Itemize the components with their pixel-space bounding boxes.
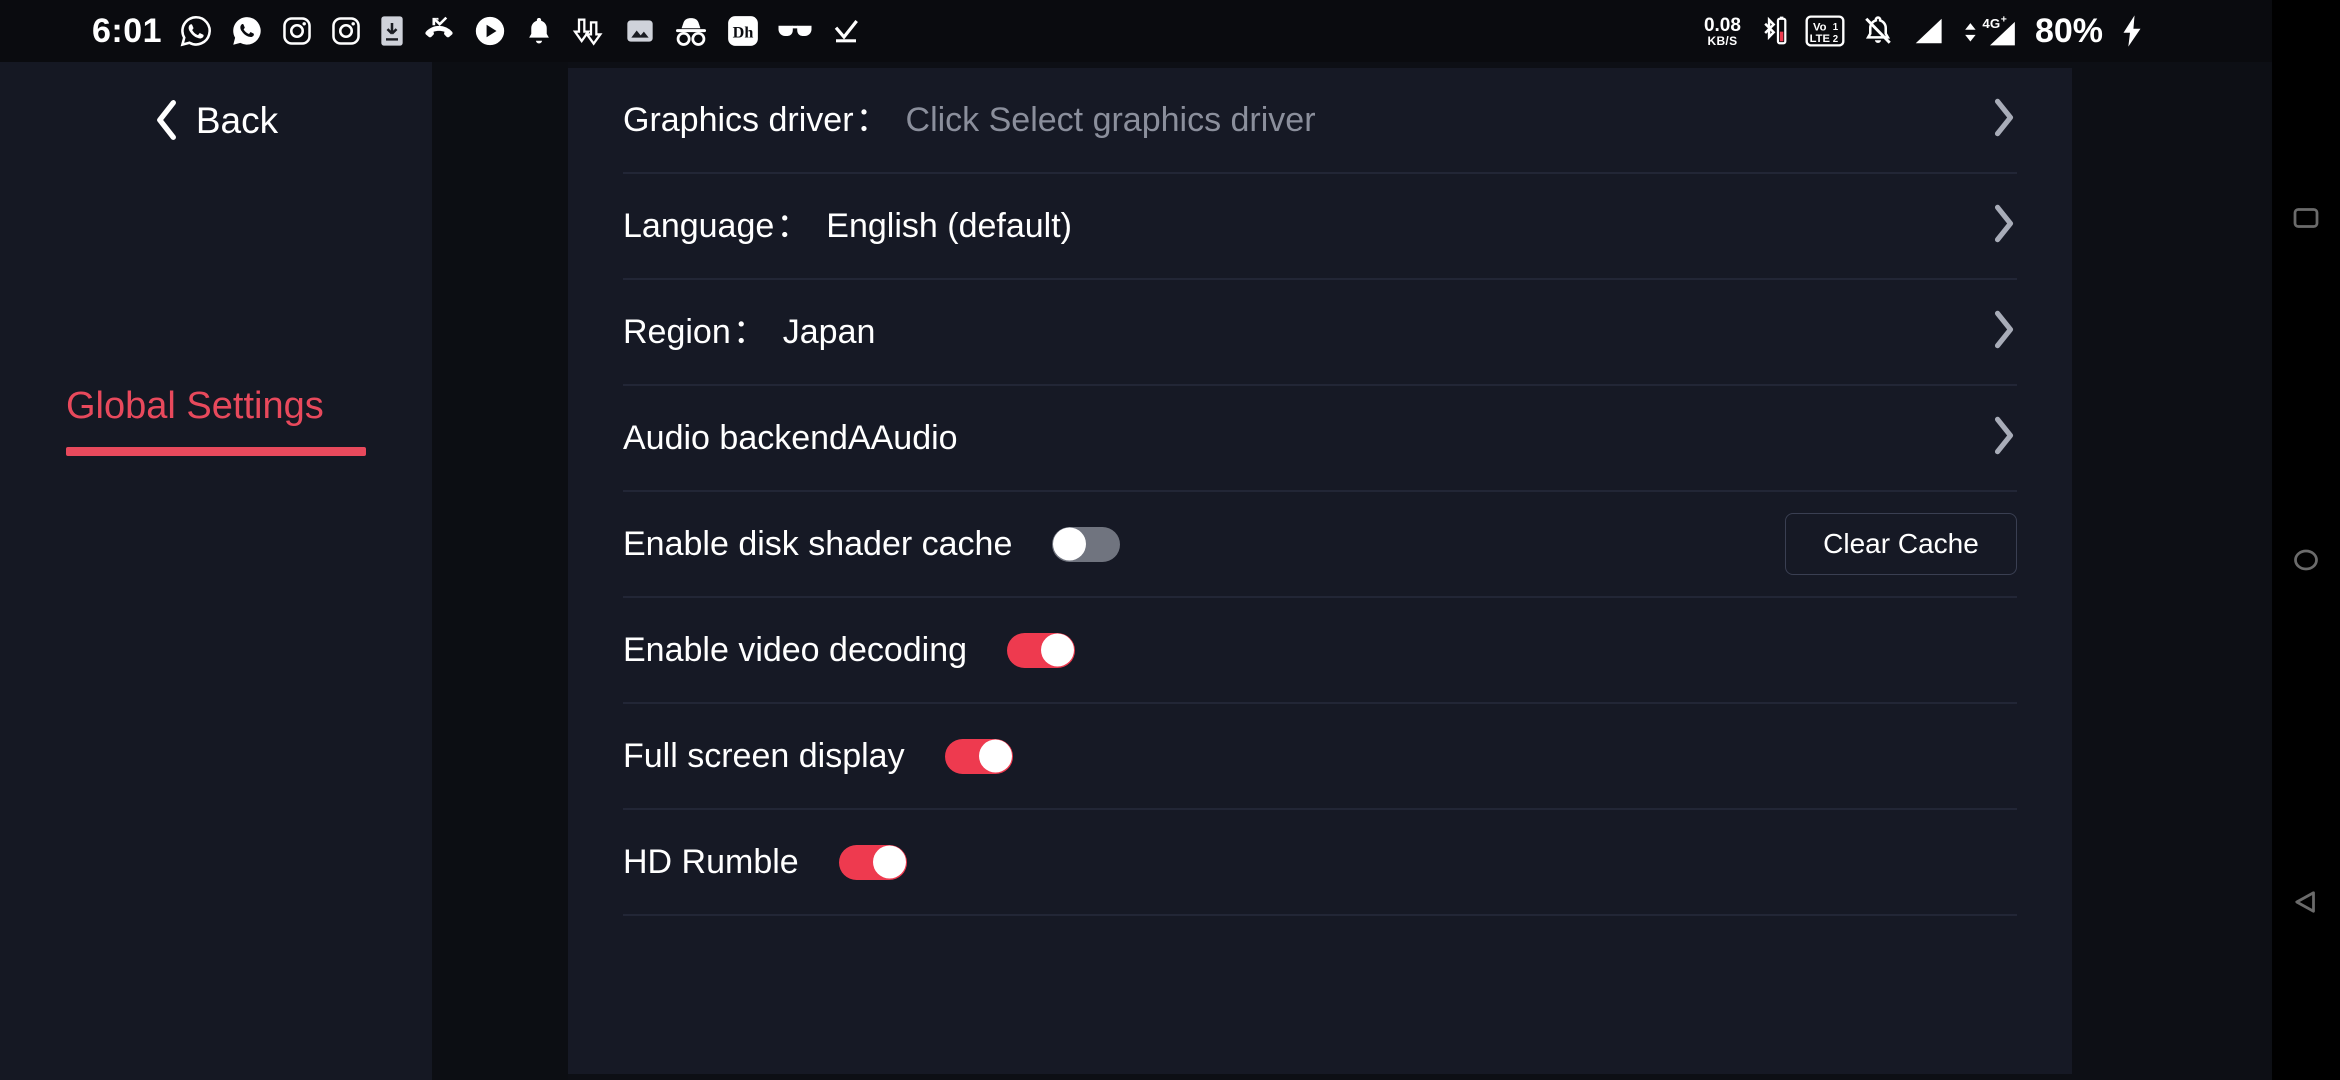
setting-row-audio-backend[interactable]: Audio backendAAudio	[623, 386, 2017, 492]
setting-label: Audio backendAAudio	[623, 419, 958, 457]
full-screen-display-toggle[interactable]	[944, 738, 1013, 774]
setting-value: English (default)	[826, 207, 1072, 245]
downloads-arrow-icon	[571, 15, 607, 47]
phone-download-icon	[379, 15, 405, 47]
signal-sim1-icon	[1911, 16, 1945, 46]
sidebar-item-label: Global Settings	[66, 385, 324, 427]
disney-hotstar-icon: Dh	[726, 14, 760, 48]
setting-row-language[interactable]: Language ： English (default)	[623, 174, 2017, 280]
charging-bolt-icon	[2120, 14, 2144, 48]
recents-square-icon[interactable]	[2288, 200, 2324, 236]
back-triangle-icon[interactable]	[2288, 884, 2324, 920]
svg-text:1: 1	[1833, 22, 1839, 33]
whatsapp-icon	[179, 14, 213, 48]
svg-text:Dh: Dh	[733, 25, 754, 42]
sidebar-content-gap	[432, 62, 568, 1080]
phone-screen: 6:01 Dh 0.08 KB/S Vo 1 LTE 2 4G + 80% Ba…	[0, 0, 2340, 1080]
incognito-icon	[673, 16, 709, 46]
disk-shader-cache-toggle[interactable]	[1052, 526, 1121, 562]
setting-label: Full screen display	[623, 737, 905, 775]
toggle-knob	[1053, 527, 1087, 561]
setting-colon: ：	[732, 313, 767, 351]
glasses-icon	[777, 20, 813, 42]
status-bar: 6:01 Dh 0.08 KB/S Vo 1 LTE 2 4G + 80%	[0, 0, 2272, 62]
toggle-knob	[978, 739, 1012, 773]
back-button-label: Back	[195, 99, 279, 141]
signal-4g-sim2-icon: 4G +	[1962, 14, 2018, 48]
instagram-secondary-icon	[330, 15, 362, 47]
setting-label: Enable disk shader cache	[623, 525, 1013, 563]
setting-colon: ：	[855, 101, 890, 139]
network-speed-value: 0.08	[1703, 14, 1741, 36]
play-icon	[473, 14, 507, 48]
setting-value: Click Select graphics driver	[905, 101, 1316, 139]
chevron-right-icon	[1991, 97, 2017, 144]
sidebar-active-indicator	[66, 447, 366, 456]
status-bar-left-group: 6:01 Dh	[0, 14, 862, 48]
mute-bell-icon	[1862, 15, 1894, 47]
video-decoding-toggle[interactable]	[1007, 632, 1076, 668]
checkmark-icon	[830, 15, 862, 47]
setting-row-video-decoding: Enable video decoding	[623, 598, 2017, 704]
app-body: Back Global Settings Graphics driver ： C…	[0, 62, 2272, 1080]
chevron-right-icon	[1991, 309, 2017, 356]
bluetooth-battery-icon	[1758, 14, 1788, 48]
setting-value: Japan	[782, 313, 876, 351]
setting-row-hd-rumble: HD Rumble	[623, 810, 2017, 916]
svg-text:+: +	[2001, 15, 2007, 26]
svg-text:LTE: LTE	[1810, 33, 1831, 45]
toggle-knob	[1041, 633, 1075, 667]
settings-panel: Graphics driver ： Click Select graphics …	[568, 68, 2072, 1074]
sidebar-item-global-settings[interactable]: Global Settings	[66, 387, 366, 456]
setting-label: Graphics driver	[623, 101, 854, 139]
back-button[interactable]: Back	[0, 82, 432, 158]
setting-row-disk-shader-cache: Enable disk shader cache Clear Cache	[623, 492, 2017, 598]
chevron-right-icon	[1991, 203, 2017, 250]
setting-colon: ：	[776, 207, 811, 245]
toggle-knob	[872, 845, 906, 879]
battery-percentage: 80%	[2034, 12, 2103, 50]
status-bar-clock: 6:01	[92, 12, 163, 50]
clear-cache-button[interactable]: Clear Cache	[1785, 513, 2017, 575]
home-circle-icon[interactable]	[2288, 542, 2324, 578]
svg-text:4G: 4G	[1982, 16, 2000, 31]
network-speed-indicator: 0.08 KB/S	[1704, 16, 1741, 47]
missed-call-icon	[422, 14, 456, 48]
chevron-right-icon	[1991, 415, 2017, 462]
hd-rumble-toggle[interactable]	[838, 844, 907, 880]
volte-sim-icon: Vo 1 LTE 2	[1805, 14, 1845, 48]
whatsapp-business-icon	[230, 14, 264, 48]
setting-row-graphics-driver[interactable]: Graphics driver ： Click Select graphics …	[623, 68, 2017, 174]
chevron-left-icon	[154, 98, 180, 142]
setting-label: Region	[623, 313, 731, 351]
setting-label: HD Rumble	[623, 843, 799, 881]
setting-label: Enable video decoding	[623, 631, 968, 669]
svg-text:Vo: Vo	[1813, 21, 1827, 33]
instagram-icon	[281, 15, 313, 47]
setting-label: Language	[623, 207, 775, 245]
setting-row-full-screen-display: Full screen display	[623, 704, 2017, 810]
network-speed-unit: KB/S	[1707, 33, 1738, 48]
notification-bell-icon	[524, 15, 554, 47]
sidebar: Back Global Settings	[0, 62, 432, 1080]
image-icon	[624, 15, 656, 47]
svg-text:2: 2	[1833, 34, 1838, 45]
setting-row-region[interactable]: Region ： Japan	[623, 280, 2017, 386]
status-bar-right-group: 0.08 KB/S Vo 1 LTE 2 4G + 80%	[1704, 14, 2272, 48]
android-navigation-bar	[2272, 0, 2340, 1080]
